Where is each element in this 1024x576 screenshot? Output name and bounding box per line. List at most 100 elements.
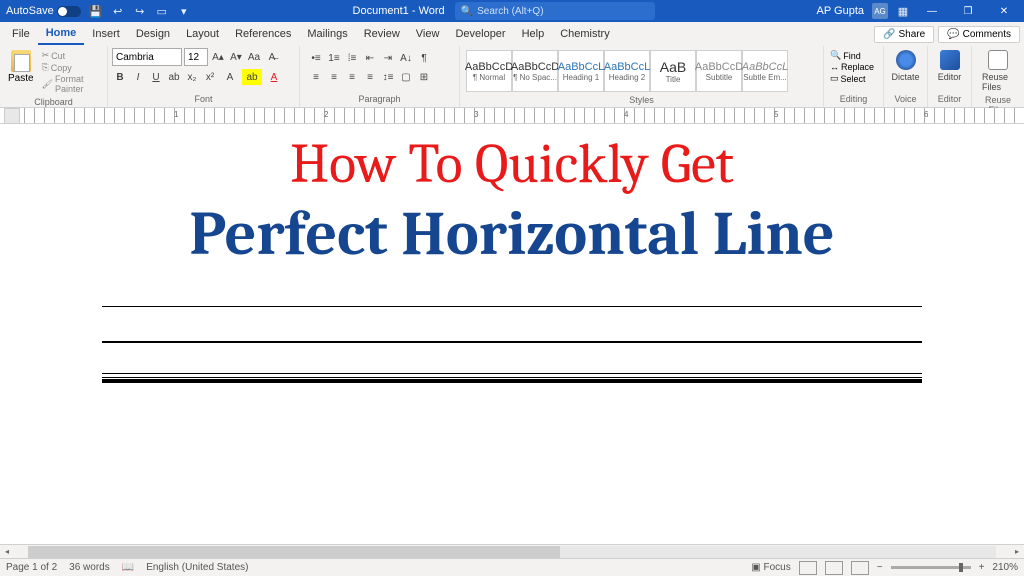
increase-font-icon[interactable]: A▴ (210, 49, 226, 65)
user-avatar[interactable]: AG (872, 3, 888, 19)
replace-icon: ↔ (830, 62, 839, 72)
status-page[interactable]: Page 1 of 2 (6, 562, 57, 573)
editor-button[interactable]: Editor (932, 48, 967, 84)
ribbon-options-icon[interactable]: ▦ (896, 4, 910, 18)
focus-mode-button[interactable]: ▣ Focus (751, 562, 790, 573)
save-icon[interactable]: 💾 (89, 4, 103, 18)
show-marks-button[interactable]: ¶ (416, 50, 432, 66)
cut-button[interactable]: ✂Cut (42, 50, 101, 61)
numbering-button[interactable]: 1≡ (326, 50, 342, 66)
increase-indent-button[interactable]: ⇥ (380, 50, 396, 66)
view-print-button[interactable] (825, 561, 843, 575)
zoom-level[interactable]: 210% (992, 562, 1018, 573)
maximize-button[interactable]: ❐ (954, 0, 982, 22)
text-effects-button[interactable]: A (220, 69, 240, 85)
menu-help[interactable]: Help (514, 24, 553, 44)
menu-insert[interactable]: Insert (84, 24, 128, 44)
format-painter-button[interactable]: 🖌Format Painter (42, 74, 101, 94)
scroll-thumb[interactable] (28, 546, 560, 558)
multilevel-button[interactable]: ⁞≡ (344, 50, 360, 66)
line-spacing-button[interactable]: ↕≡ (380, 69, 396, 85)
style-subtle-em[interactable]: AaBbCcLSubtle Em... (742, 50, 788, 92)
view-web-button[interactable] (851, 561, 869, 575)
align-right-button[interactable]: ≡ (344, 69, 360, 85)
comments-button[interactable]: 💬Comments (938, 26, 1020, 43)
minimize-button[interactable]: — (918, 0, 946, 22)
font-name-select[interactable] (112, 48, 182, 66)
document-canvas[interactable]: How To Quickly Get Perfect Horizontal Li… (0, 124, 1024, 544)
scroll-right-icon[interactable]: ▸ (1010, 545, 1024, 559)
menu-developer[interactable]: Developer (447, 24, 513, 44)
style-nospacing[interactable]: AaBbCcD¶ No Spac... (512, 50, 558, 92)
horizontal-scrollbar[interactable]: ◂ ▸ (0, 544, 1024, 558)
menu-layout[interactable]: Layout (178, 24, 227, 44)
editor-group-label: Editor (932, 93, 967, 105)
status-language[interactable]: English (United States) (146, 562, 248, 573)
find-button[interactable]: 🔍Find (830, 50, 874, 61)
bold-button[interactable]: B (112, 69, 128, 85)
decrease-font-icon[interactable]: A▾ (228, 49, 244, 65)
search-input[interactable]: 🔍 Search (Alt+Q) (455, 2, 655, 20)
menu-design[interactable]: Design (128, 24, 178, 44)
menu-chemistry[interactable]: Chemistry (552, 24, 618, 44)
zoom-slider[interactable] (891, 566, 971, 569)
style-heading1[interactable]: AaBbCcLHeading 1 (558, 50, 604, 92)
horizontal-ruler[interactable]: 1 2 3 4 5 6 (0, 108, 1024, 124)
paste-button[interactable]: Paste (4, 48, 38, 86)
close-button[interactable]: ✕ (990, 0, 1018, 22)
strikethrough-button[interactable]: ab (166, 69, 182, 85)
horizontal-line-thick[interactable] (102, 341, 922, 343)
undo-icon[interactable]: ↩ (111, 4, 125, 18)
sort-button[interactable]: A↓ (398, 50, 414, 66)
menu-references[interactable]: References (227, 24, 299, 44)
font-size-select[interactable] (184, 48, 208, 66)
align-left-button[interactable]: ≡ (308, 69, 324, 85)
zoom-out-button[interactable]: − (877, 562, 883, 573)
menu-home[interactable]: Home (38, 23, 85, 45)
document-heading-blue[interactable]: Perfect Horizontal Line (189, 198, 834, 270)
scroll-left-icon[interactable]: ◂ (0, 545, 14, 559)
change-case-icon[interactable]: Aa (246, 49, 262, 65)
bullets-button[interactable]: •≡ (308, 50, 324, 66)
menu-file[interactable]: File (4, 24, 38, 44)
style-normal[interactable]: AaBbCcD¶ Normal (466, 50, 512, 92)
view-read-button[interactable] (799, 561, 817, 575)
redo-icon[interactable]: ↪ (133, 4, 147, 18)
justify-button[interactable]: ≡ (362, 69, 378, 85)
superscript-button[interactable]: x² (202, 69, 218, 85)
subscript-button[interactable]: x₂ (184, 69, 200, 85)
replace-button[interactable]: ↔Replace (830, 62, 874, 72)
zoom-in-button[interactable]: + (979, 562, 985, 573)
horizontal-line-thin[interactable] (102, 306, 922, 307)
style-subtitle[interactable]: AaBbCcDSubtitle (696, 50, 742, 92)
dictate-button[interactable]: Dictate (888, 48, 923, 84)
status-spellcheck-icon[interactable]: 📖 (122, 562, 134, 573)
share-button[interactable]: 🔗Share (874, 26, 934, 43)
scroll-track[interactable] (28, 546, 996, 558)
style-title[interactable]: AaBTitle (650, 50, 696, 92)
horizontal-line-triple[interactable] (102, 377, 922, 383)
status-words[interactable]: 36 words (69, 562, 110, 573)
decrease-indent-button[interactable]: ⇤ (362, 50, 378, 66)
copy-button[interactable]: ⎘Copy (42, 62, 101, 73)
document-heading-red[interactable]: How To Quickly Get (290, 132, 734, 196)
menu-mailings[interactable]: Mailings (299, 24, 355, 44)
italic-button[interactable]: I (130, 69, 146, 85)
align-center-button[interactable]: ≡ (326, 69, 342, 85)
menu-review[interactable]: Review (356, 24, 408, 44)
style-heading2[interactable]: AaBbCcLHeading 2 (604, 50, 650, 92)
clear-format-icon[interactable]: A̶ (264, 49, 280, 65)
underline-button[interactable]: U (148, 69, 164, 85)
qat-dropdown-icon[interactable]: ▾ (177, 4, 191, 18)
borders-button[interactable]: ⊞ (416, 69, 432, 85)
styles-gallery[interactable]: AaBbCcD¶ Normal AaBbCcD¶ No Spac... AaBb… (464, 48, 819, 94)
font-color-button[interactable]: A (264, 69, 284, 85)
shading-button[interactable]: ▢ (398, 69, 414, 85)
select-button[interactable]: ▭Select (830, 73, 874, 84)
reuse-files-button[interactable]: Reuse Files (976, 48, 1020, 94)
ruler-num-5: 5 (774, 110, 778, 119)
qat-icon-1[interactable]: ▭ (155, 4, 169, 18)
menu-view[interactable]: View (408, 24, 448, 44)
autosave-toggle[interactable]: AutoSave (6, 5, 81, 17)
highlight-button[interactable]: ab (242, 69, 262, 85)
